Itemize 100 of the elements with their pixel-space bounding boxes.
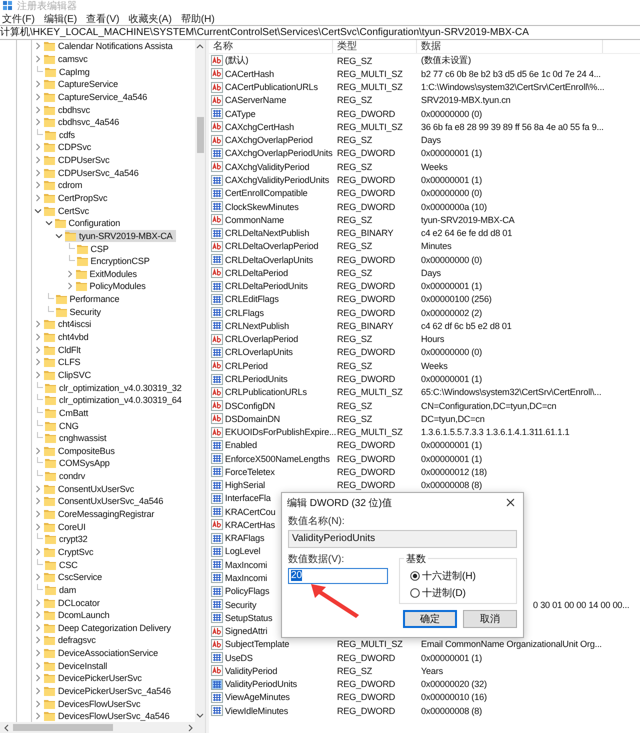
tree-item[interactable]: Calendar Notifications Assista [44,40,176,52]
value-name[interactable]: ForceTeletex [225,466,275,477]
value-name[interactable]: ClockSkewMinutes [225,202,299,212]
chevron-right-icon[interactable] [34,548,42,556]
tree-item[interactable]: dam [45,584,80,596]
value-name[interactable]: CACertHash [225,68,274,79]
value-name[interactable]: EKUOIDsForPublishExpire... [225,427,336,438]
value-name[interactable]: CRLFlags [225,308,264,318]
value-name[interactable]: KRACertCou [225,506,276,517]
value-name[interactable]: MaxIncomi [225,572,268,583]
tree-item[interactable]: Configuration [54,217,124,230]
dialog-button[interactable]: 取消 [463,610,517,628]
tree-item[interactable]: ClipSVC [44,368,94,381]
tree-item[interactable]: DCLocator [44,596,103,608]
scroll-thumb[interactable] [196,117,204,153]
value-name[interactable]: CAXchgValidityPeriod [225,162,310,172]
tree-item[interactable]: CapImg [45,66,93,78]
value-name[interactable]: DSDomainDN [225,414,280,424]
scrollbar[interactable] [0,722,205,733]
radio-button[interactable]: 十六进制(H) [410,568,516,583]
value-name[interactable]: CRLPeriod [225,360,268,371]
tree-item[interactable]: CDPUserSvc [44,154,113,166]
tree-item[interactable]: EncryptionCSP [76,255,153,268]
value-name[interactable]: CRLDeltaNextPublish [225,228,310,238]
value-name[interactable]: CertEnrollCompatible [225,188,308,198]
tree-item[interactable]: CDPSvc [44,141,94,154]
tree-item[interactable]: cnghwassist [45,432,110,444]
chevron-right-icon[interactable] [34,446,42,455]
tree-item[interactable]: PolicyModules [76,280,149,292]
scroll-down-icon[interactable] [196,713,204,719]
tree-item[interactable]: DeviceAssociationService [44,647,161,660]
menu-item[interactable]: 查看(V) [86,12,120,26]
tree-item[interactable]: cdrom [44,179,86,192]
tree-item[interactable]: CSP [76,242,112,255]
tree-item[interactable]: CldFlt [44,344,84,356]
value-name[interactable]: ValidityPeriod [225,666,278,676]
tree-item[interactable]: CNG [45,420,82,432]
tree-item[interactable]: cbdhsvc [44,104,93,116]
value-name[interactable]: CRLNextPublish [225,320,289,331]
tree-item[interactable]: CSC [45,558,81,571]
tree-item[interactable]: cht4iscsi [44,318,94,330]
tree-item[interactable]: CoreMessagingRegistrar [44,508,158,520]
tree-item[interactable]: DeviceInstall [44,660,110,672]
value-name[interactable]: CRLDeltaPeriodUnits [225,281,308,292]
value-name[interactable]: SubjectTemplate [225,639,290,650]
radio-button[interactable]: 十进制(D) [410,586,516,600]
value-name[interactable]: ViewIdleMinutes [225,706,288,716]
value-name[interactable]: SetupStatus [225,612,272,623]
tree-item[interactable]: ConsentUxUserSvc_4a546 [44,495,166,508]
value-name[interactable]: ViewAgeMinutes [225,692,290,702]
dialog-button[interactable]: 确定 [403,610,457,628]
address-bar[interactable]: 计算机\HKEY_LOCAL_MACHINE\SYSTEM\CurrentControlSet\Services\CertSvc\Configuration\tyun-SRV2019-MBX-CA [0,25,640,40]
tree-item[interactable]: CertPropSvc [44,192,110,204]
value-name[interactable]: (默认) [225,54,248,68]
input-field[interactable]: 20 [288,568,388,584]
value-name[interactable]: CRLOverlapPeriod [225,334,298,344]
value-name[interactable]: CRLDeltaOverlapPeriod [225,241,318,252]
tree-item[interactable]: DcomLaunch [44,609,113,622]
column-header[interactable]: 类型 [333,40,417,53]
value-name[interactable]: CAServerName [225,95,286,106]
tree-item[interactable]: CaptureService_4a546 [44,90,150,103]
tree-item[interactable]: cht4vbd [44,331,92,344]
value-name[interactable]: CommonName [225,214,284,225]
value-name[interactable]: CACertPublicationURLs [225,82,318,92]
scroll-right-icon[interactable] [188,724,194,732]
tree-item[interactable]: CertSvc [44,204,92,217]
value-name[interactable]: HighSerial [225,480,266,490]
tree-item[interactable]: camsvc [44,52,91,65]
tree-item[interactable]: clr_optimization_v4.0.30319_32 [45,382,185,394]
tree-item[interactable]: Security [56,306,104,318]
value-name[interactable]: CRLEditFlags [225,294,279,304]
radio-icon[interactable] [410,588,420,598]
tree-item[interactable]: clr_optimization_v4.0.30319_64 [45,394,185,406]
menu-item[interactable]: 文件(F) [2,12,35,26]
value-name[interactable]: ValidityPeriodUnits [225,679,298,690]
menu-item[interactable]: 收藏夹(A) [128,12,172,26]
value-name[interactable]: CRLPeriodUnits [225,374,288,384]
value-name[interactable]: CAXchgValidityPeriodUnits [225,175,330,186]
tree-item[interactable]: DevicePickerUserSvc [44,672,145,684]
value-name[interactable]: KRAFlags [225,533,264,544]
tree-item[interactable]: CaptureService [44,78,121,90]
tree-item[interactable]: ConsentUxUserSvc [44,482,138,495]
value-name[interactable]: CAXchgCertHash [225,122,294,132]
value-name[interactable]: UseDS [225,652,253,663]
tree-item[interactable]: CryptSvc [44,546,96,558]
value-name[interactable]: LogLevel [225,546,260,556]
value-name[interactable]: SignedAttri [225,626,268,636]
value-name[interactable]: Enabled [225,440,257,450]
tree-item[interactable]: ExitModules [76,268,140,280]
value-name[interactable]: PolicyFlags [225,586,270,596]
scrollbar[interactable] [195,40,205,722]
value-name[interactable]: MaxIncomi [225,560,268,570]
tree-item[interactable]: COMSysApp [45,457,113,470]
menu-item[interactable]: 编辑(E) [44,12,78,26]
value-name[interactable]: CRLDeltaOverlapUnits [225,254,314,265]
value-name[interactable]: DSConfigDN [225,400,276,411]
tree-item[interactable]: Performance [56,293,122,306]
tree-item[interactable]: DevicePickerUserSvc_4a546 [44,684,174,697]
tree-item[interactable]: cbdhsvc_4a546 [44,116,122,128]
tree-item[interactable]: DevicesFlowUserSvc [44,698,144,710]
